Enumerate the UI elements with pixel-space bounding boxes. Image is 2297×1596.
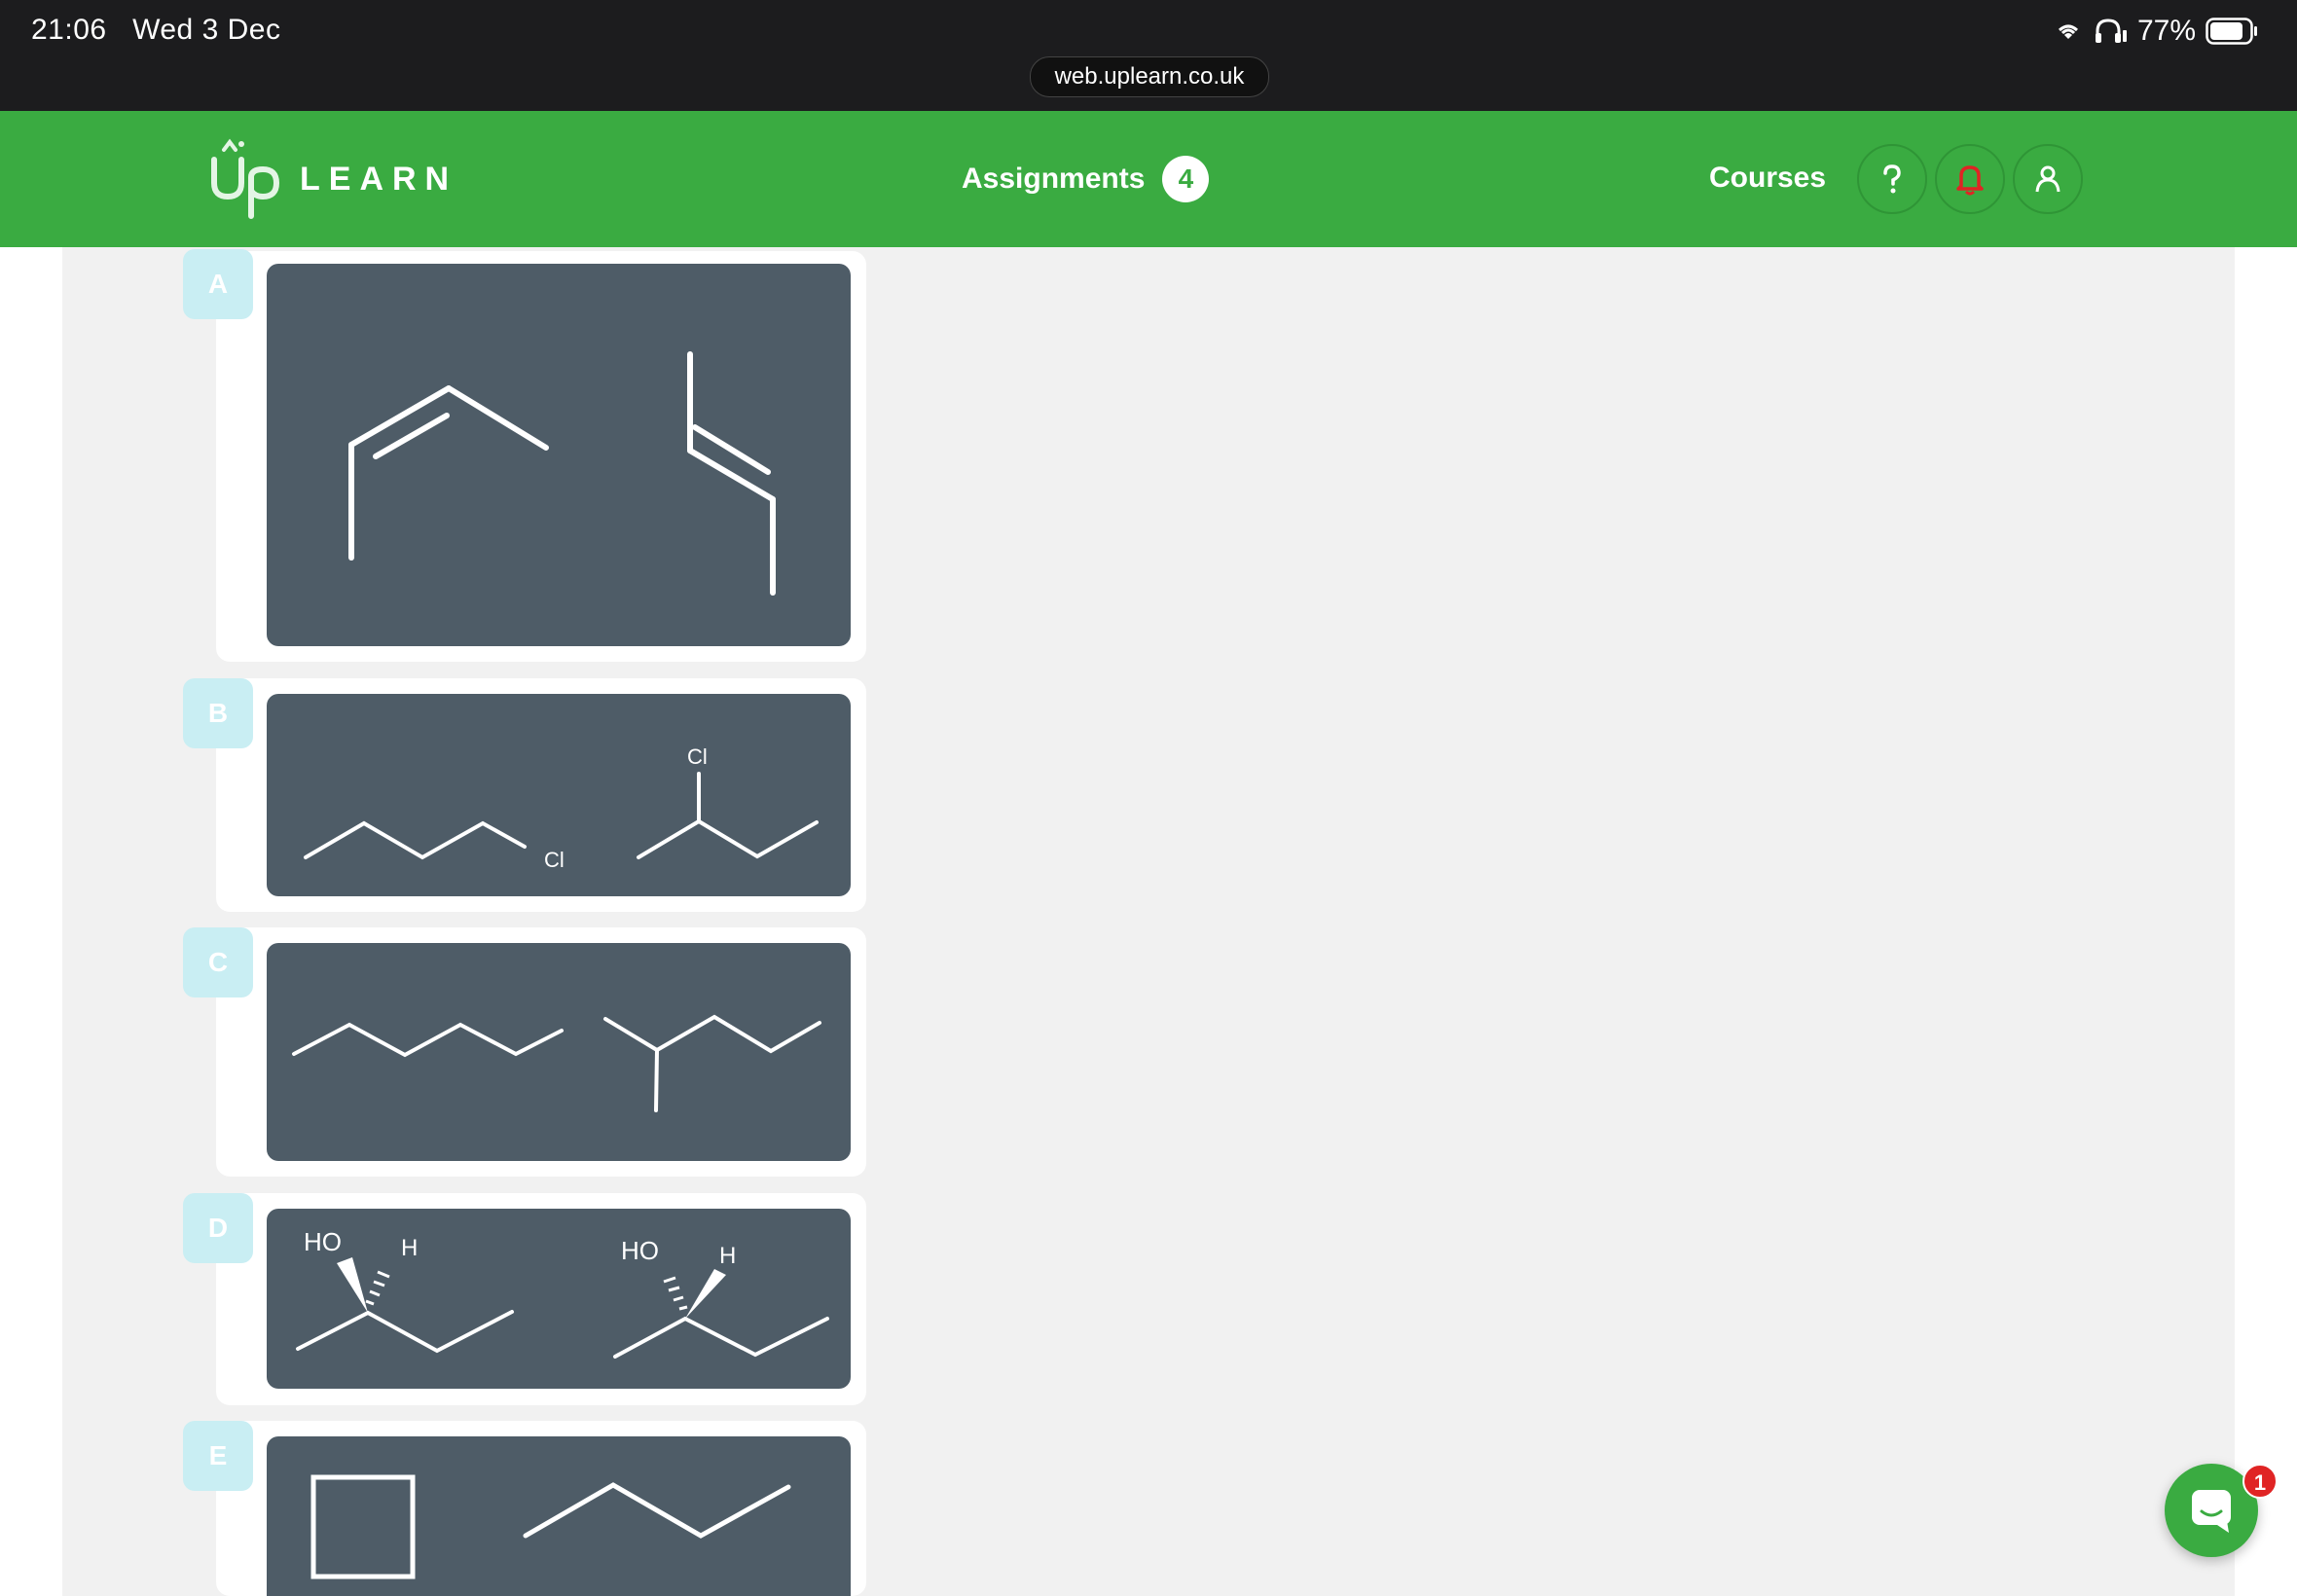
option-letter-b: B (183, 678, 253, 748)
option-letter-a: A (183, 249, 253, 319)
nav-courses[interactable]: Courses (1709, 162, 1826, 195)
battery-percent: 77% (2136, 15, 2196, 47)
user-icon (2035, 165, 2060, 193)
option-letter-e: E (183, 1421, 253, 1491)
option-d-structure: HO H HO H (267, 1209, 851, 1389)
nav-assignments-label: Assignments (962, 163, 1146, 195)
option-b-molecules: Cl Cl (304, 744, 819, 872)
option-a-structure (267, 264, 851, 646)
option-c-molecules (292, 1014, 821, 1112)
help-button[interactable] (1857, 144, 1927, 214)
status-time-date: 21:06 Wed 3 Dec (31, 14, 280, 47)
battery-icon (2206, 18, 2257, 45)
chat-unread-badge: 1 (2242, 1464, 2278, 1499)
bell-icon (1956, 165, 1984, 196)
status-time: 21:06 (31, 14, 107, 46)
app-header: LEARN Assignments 4 Courses (0, 111, 2297, 247)
nav-assignments[interactable]: Assignments 4 (962, 154, 1210, 204)
chlorine-label-1: Cl (544, 848, 565, 872)
option-letter-d: D (183, 1193, 253, 1263)
option-a-molecules (348, 351, 776, 596)
hydrogen-label-2: H (719, 1243, 736, 1269)
hydroxyl-label-1: HO (304, 1227, 342, 1256)
notifications-button[interactable] (1935, 144, 2005, 214)
option-b-structure: Cl Cl (267, 694, 851, 896)
chat-icon (2192, 1490, 2231, 1533)
option-e-structure (267, 1436, 851, 1596)
option-letter-c: C (183, 927, 253, 998)
wifi-icon (2058, 24, 2078, 39)
status-bar: 21:06 Wed 3 Dec 77% web.uplearn.co.uk (0, 0, 2297, 111)
uplearn-logo[interactable]: LEARN (208, 138, 458, 219)
option-c-structure (267, 943, 851, 1161)
uplearn-logo-mark (211, 138, 280, 219)
url-bar[interactable]: web.uplearn.co.uk (1030, 56, 1269, 97)
chlorine-label-2: Cl (687, 744, 708, 769)
profile-button[interactable] (2013, 144, 2083, 214)
hydroxyl-label-2: HO (621, 1236, 659, 1265)
status-date: Wed 3 Dec (132, 14, 281, 46)
hydrogen-label-1: H (401, 1235, 418, 1261)
logo-text: LEARN (300, 160, 458, 198)
headphones-icon (2095, 18, 2127, 43)
status-indicators: 77% (2054, 14, 2258, 49)
assignments-count-badge: 4 (1162, 156, 1210, 202)
option-e-molecules (310, 1474, 791, 1579)
help-icon (1883, 164, 1901, 194)
option-d-molecules: HO H HO H (296, 1227, 829, 1359)
